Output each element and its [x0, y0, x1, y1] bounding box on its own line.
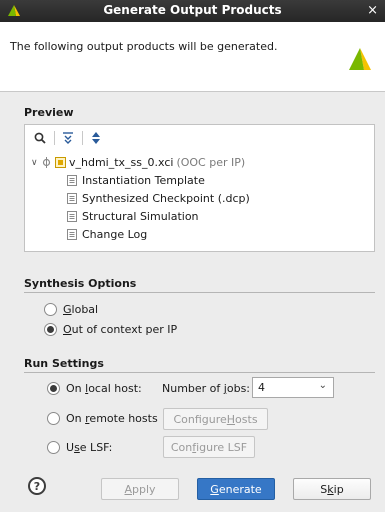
chevron-down-icon[interactable]: ∨: [31, 158, 41, 168]
local-host-radio[interactable]: On local host:: [47, 379, 142, 397]
vivado-brand-icon: [349, 48, 371, 70]
run-settings-title: Run Settings: [24, 357, 104, 370]
tree-root-note: (OOC per IP): [176, 156, 246, 169]
use-lsf-label: Use LSF:: [66, 440, 113, 454]
divider: [24, 292, 375, 293]
use-lsf-radio[interactable]: Use LSF:: [47, 438, 112, 456]
skip-button[interactable]: Sk ip: [293, 478, 371, 500]
number-of-jobs-label: Number of jobs:: [162, 382, 251, 395]
toolbar-divider: [54, 131, 55, 145]
tree-item[interactable]: Change Log: [67, 226, 147, 243]
synthesis-options-title: Synthesis Options: [24, 277, 137, 290]
tree-item-label: Instantiation Template: [82, 174, 205, 187]
window-title: Generate Output Products: [103, 3, 282, 17]
radio-button-selected[interactable]: [44, 322, 57, 336]
remote-hosts-radio[interactable]: On remote hosts: [47, 409, 158, 427]
tree-root-name: v_hdmi_tx_ss_0.xci: [69, 156, 174, 169]
tree-item[interactable]: Synthesized Checkpoint (.dcp): [67, 190, 250, 207]
title-bar: Generate Output Products ×: [0, 0, 385, 22]
global-radio[interactable]: Global: [44, 300, 98, 318]
configure-lsf-button[interactable]: Con f igure LSF: [163, 436, 255, 458]
chevron-down-icon: ⌄: [318, 380, 327, 391]
radio-button[interactable]: [47, 440, 60, 454]
document-icon: [67, 193, 77, 204]
header-panel: The following output products will be ge…: [0, 22, 385, 92]
ooc-per-ip-radio[interactable]: Out of context per IP: [44, 320, 177, 338]
radio-button[interactable]: [44, 302, 57, 316]
preview-panel: ∨ v_hdmi_tx_ss_0.xci (OOC per IP) Instan…: [24, 124, 375, 252]
search-icon: [34, 132, 46, 144]
tree-item-label: Change Log: [82, 228, 148, 241]
expand-all-icon: [92, 132, 100, 144]
configure-hosts-button[interactable]: Configure Hosts: [163, 408, 268, 430]
tree-item-label: Synthesized Checkpoint (.dcp): [82, 192, 250, 205]
document-icon: [67, 211, 77, 222]
header-description: The following output products will be ge…: [10, 40, 278, 53]
expand-all-button[interactable]: [87, 129, 105, 147]
document-icon: [67, 229, 77, 240]
remote-hosts-label: On remote hosts: [66, 411, 158, 425]
tree-root-row[interactable]: ∨ v_hdmi_tx_ss_0.xci (OOC per IP): [31, 154, 245, 171]
radio-button[interactable]: [47, 411, 60, 425]
local-host-label: On local host:: [66, 381, 142, 395]
global-radio-label: Global: [63, 302, 99, 316]
tree-item-label: Structural Simulation: [82, 210, 199, 223]
jobs-value: 4: [258, 381, 265, 394]
generate-button[interactable]: Generate: [197, 478, 275, 500]
radio-button-selected[interactable]: [47, 381, 60, 395]
tree-item[interactable]: Instantiation Template: [67, 172, 205, 189]
tree-item[interactable]: Structural Simulation: [67, 208, 199, 225]
divider: [24, 372, 375, 373]
preview-title: Preview: [24, 106, 74, 119]
collapse-all-icon: [63, 132, 73, 144]
help-button[interactable]: ?: [28, 477, 46, 495]
search-button[interactable]: [31, 129, 49, 147]
ip-core-icon: [42, 157, 51, 168]
preview-toolbar: [25, 125, 374, 151]
xci-file-icon: [55, 157, 66, 168]
apply-button[interactable]: Apply: [101, 478, 179, 500]
document-icon: [67, 175, 77, 186]
close-icon[interactable]: ×: [367, 3, 378, 18]
jobs-select[interactable]: 4 ⌄: [252, 377, 334, 398]
collapse-all-button[interactable]: [59, 129, 77, 147]
ooc-radio-label: Out of context per IP: [63, 322, 178, 336]
toolbar-divider: [82, 131, 83, 145]
